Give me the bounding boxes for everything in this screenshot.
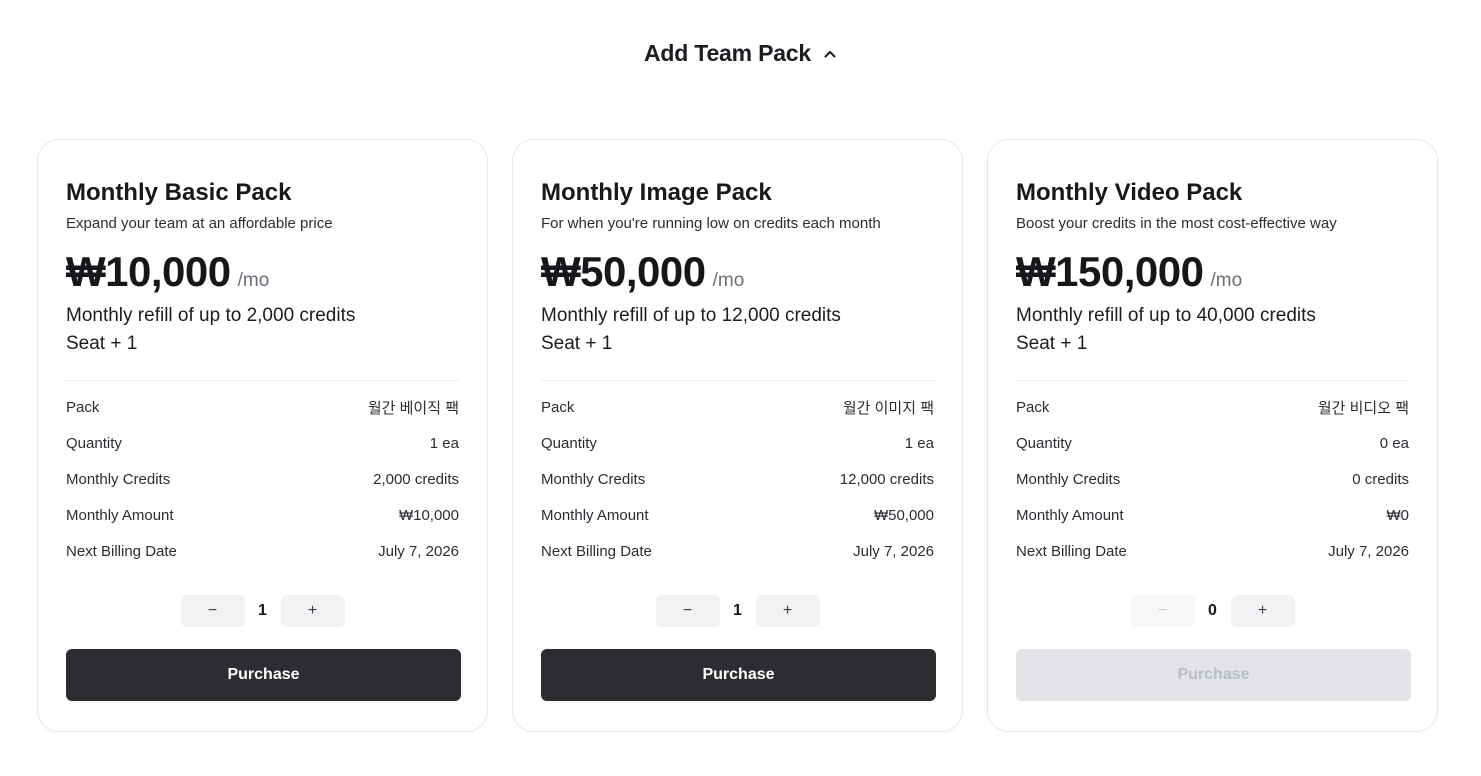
quantity-stepper: − 0 + bbox=[1016, 595, 1409, 627]
detail-row-next-billing: Next Billing Date July 7, 2026 bbox=[1016, 533, 1409, 569]
detail-value: July 7, 2026 bbox=[1328, 542, 1409, 560]
detail-value: ₩10,000 bbox=[398, 506, 459, 524]
detail-label: Pack bbox=[1016, 398, 1050, 416]
detail-row-next-billing: Next Billing Date July 7, 2026 bbox=[66, 533, 459, 569]
add-team-pack-toggle[interactable]: Add Team Pack bbox=[0, 36, 1481, 70]
price-row: ₩150,000 /mo bbox=[1016, 246, 1409, 302]
detail-label: Monthly Amount bbox=[541, 506, 649, 524]
pack-description: Boost your credits in the most cost-effe… bbox=[1016, 215, 1337, 232]
section-title: Add Team Pack bbox=[644, 39, 811, 66]
detail-row-monthly-amount: Monthly Amount ₩50,000 bbox=[541, 497, 934, 533]
detail-value: 월간 베이직 팩 bbox=[367, 399, 459, 417]
detail-label: Next Billing Date bbox=[1016, 542, 1127, 560]
detail-row-quantity: Quantity 1 ea bbox=[66, 425, 459, 461]
divider bbox=[541, 380, 934, 381]
detail-label: Quantity bbox=[66, 434, 122, 452]
detail-label: Monthly Credits bbox=[66, 470, 171, 488]
detail-value: 1 ea bbox=[429, 434, 459, 452]
pack-title: Monthly Basic Pack bbox=[66, 179, 292, 206]
detail-label: Quantity bbox=[1016, 434, 1072, 452]
detail-row-monthly-credits: Monthly Credits 0 credits bbox=[1016, 461, 1409, 497]
increment-button[interactable]: + bbox=[280, 595, 345, 627]
detail-row-quantity: Quantity 1 ea bbox=[541, 425, 934, 461]
detail-value: July 7, 2026 bbox=[378, 542, 459, 560]
detail-row-monthly-credits: Monthly Credits 12,000 credits bbox=[541, 461, 934, 497]
detail-value: 월간 비디오 팩 bbox=[1317, 399, 1409, 417]
decrement-button[interactable]: − bbox=[1130, 595, 1195, 627]
seat-text: Seat + 1 bbox=[541, 333, 613, 354]
pack-card-video: Monthly Video Pack Boost your credits in… bbox=[987, 139, 1438, 732]
detail-label: Monthly Credits bbox=[541, 470, 646, 488]
detail-label: Monthly Amount bbox=[66, 506, 174, 524]
refill-text: Monthly refill of up to 40,000 credits bbox=[1016, 305, 1316, 326]
pack-cards: Monthly Basic Pack Expand your team at a… bbox=[37, 139, 1438, 732]
detail-row-monthly-amount: Monthly Amount ₩10,000 bbox=[66, 497, 459, 533]
refill-text: Monthly refill of up to 12,000 credits bbox=[541, 305, 841, 326]
pack-title: Monthly Video Pack bbox=[1016, 179, 1243, 206]
price-row: ₩10,000 /mo bbox=[66, 246, 459, 302]
pack-price: ₩10,000 bbox=[66, 248, 231, 295]
pack-card-basic: Monthly Basic Pack Expand your team at a… bbox=[37, 139, 488, 732]
pack-description: Expand your team at an affordable price bbox=[66, 215, 333, 232]
pack-details: Pack 월간 베이직 팩 Quantity 1 ea Monthly Cred… bbox=[66, 389, 459, 569]
pack-description: For when you're running low on credits e… bbox=[541, 215, 881, 232]
pack-card-image: Monthly Image Pack For when you're runni… bbox=[512, 139, 963, 732]
purchase-button[interactable]: Purchase bbox=[541, 649, 936, 701]
detail-value: ₩0 bbox=[1386, 506, 1410, 524]
pack-title: Monthly Image Pack bbox=[541, 179, 772, 206]
pack-price: ₩150,000 bbox=[1016, 248, 1204, 295]
detail-value: 1 ea bbox=[904, 434, 934, 452]
detail-value: ₩50,000 bbox=[873, 506, 934, 524]
detail-label: Quantity bbox=[541, 434, 597, 452]
detail-row-next-billing: Next Billing Date July 7, 2026 bbox=[541, 533, 934, 569]
detail-value: 월간 이미지 팩 bbox=[842, 399, 934, 417]
quantity-value: 1 bbox=[733, 602, 742, 619]
pack-details: Pack 월간 비디오 팩 Quantity 0 ea Monthly Cred… bbox=[1016, 389, 1409, 569]
detail-row-quantity: Quantity 0 ea bbox=[1016, 425, 1409, 461]
seat-text: Seat + 1 bbox=[1016, 333, 1088, 354]
purchase-button[interactable]: Purchase bbox=[66, 649, 461, 701]
seat-text: Seat + 1 bbox=[66, 333, 138, 354]
increment-button[interactable]: + bbox=[755, 595, 820, 627]
detail-label: Pack bbox=[66, 398, 100, 416]
divider bbox=[66, 380, 459, 381]
quantity-value: 1 bbox=[258, 602, 267, 619]
chevron-up-icon bbox=[823, 47, 837, 61]
detail-row-monthly-amount: Monthly Amount ₩0 bbox=[1016, 497, 1409, 533]
detail-row-pack: Pack 월간 이미지 팩 bbox=[541, 389, 934, 425]
quantity-stepper: − 1 + bbox=[66, 595, 459, 627]
price-row: ₩50,000 /mo bbox=[541, 246, 934, 302]
increment-button[interactable]: + bbox=[1230, 595, 1295, 627]
refill-text: Monthly refill of up to 2,000 credits bbox=[66, 305, 356, 326]
per-month-label: /mo bbox=[237, 270, 270, 291]
detail-label: Next Billing Date bbox=[66, 542, 177, 560]
quantity-stepper: − 1 + bbox=[541, 595, 934, 627]
detail-label: Next Billing Date bbox=[541, 542, 652, 560]
detail-label: Monthly Amount bbox=[1016, 506, 1124, 524]
detail-row-pack: Pack 월간 베이직 팩 bbox=[66, 389, 459, 425]
detail-value: 0 credits bbox=[1352, 470, 1409, 488]
detail-label: Pack bbox=[541, 398, 575, 416]
detail-value: 0 ea bbox=[1379, 434, 1409, 452]
quantity-value: 0 bbox=[1208, 602, 1217, 619]
detail-value: 2,000 credits bbox=[373, 470, 459, 488]
pack-details: Pack 월간 이미지 팩 Quantity 1 ea Monthly Cred… bbox=[541, 389, 934, 569]
detail-value: July 7, 2026 bbox=[853, 542, 934, 560]
purchase-button[interactable]: Purchase bbox=[1016, 649, 1411, 701]
per-month-label: /mo bbox=[712, 270, 745, 291]
per-month-label: /mo bbox=[1210, 270, 1243, 291]
pack-price: ₩50,000 bbox=[541, 248, 706, 295]
detail-row-monthly-credits: Monthly Credits 2,000 credits bbox=[66, 461, 459, 497]
detail-label: Monthly Credits bbox=[1016, 470, 1121, 488]
decrement-button[interactable]: − bbox=[655, 595, 720, 627]
divider bbox=[1016, 380, 1409, 381]
detail-value: 12,000 credits bbox=[839, 470, 934, 488]
decrement-button[interactable]: − bbox=[180, 595, 245, 627]
detail-row-pack: Pack 월간 비디오 팩 bbox=[1016, 389, 1409, 425]
